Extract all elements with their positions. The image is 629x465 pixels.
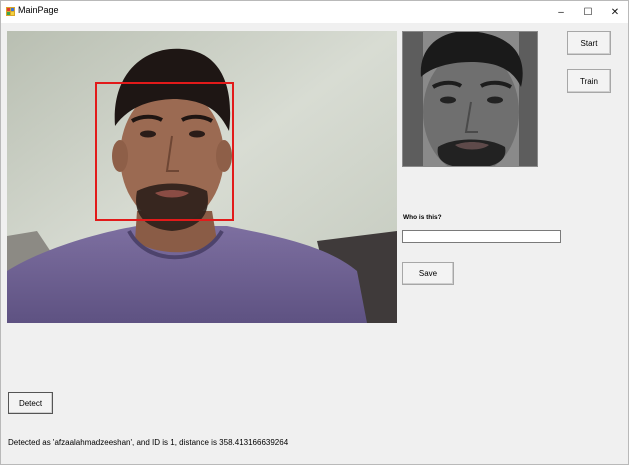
detect-button[interactable]: Detect — [8, 392, 53, 414]
face-crop-drawing — [403, 32, 537, 166]
main-window: MainPage – ☐ ✕ Start Train Who is this? … — [0, 0, 629, 465]
name-input[interactable] — [402, 230, 561, 243]
minimize-button[interactable]: – — [547, 1, 575, 23]
face-crop-image — [402, 31, 538, 167]
window-title: MainPage — [18, 5, 59, 15]
close-button[interactable]: ✕ — [601, 1, 629, 23]
minimize-icon: – — [558, 6, 564, 18]
camera-feed — [7, 31, 397, 323]
maximize-icon: ☐ — [583, 6, 593, 18]
camera-image — [7, 31, 397, 323]
app-icon — [6, 7, 15, 16]
train-button[interactable]: Train — [567, 69, 611, 93]
who-is-this-label: Who is this? — [403, 214, 442, 221]
title-bar: MainPage – ☐ ✕ — [1, 1, 628, 23]
maximize-button[interactable]: ☐ — [574, 1, 602, 23]
status-text: Detected as 'afzaalahmadzeeshan', and ID… — [8, 438, 289, 447]
save-button[interactable]: Save — [402, 262, 454, 285]
close-icon: ✕ — [610, 6, 620, 18]
start-button[interactable]: Start — [567, 31, 611, 55]
